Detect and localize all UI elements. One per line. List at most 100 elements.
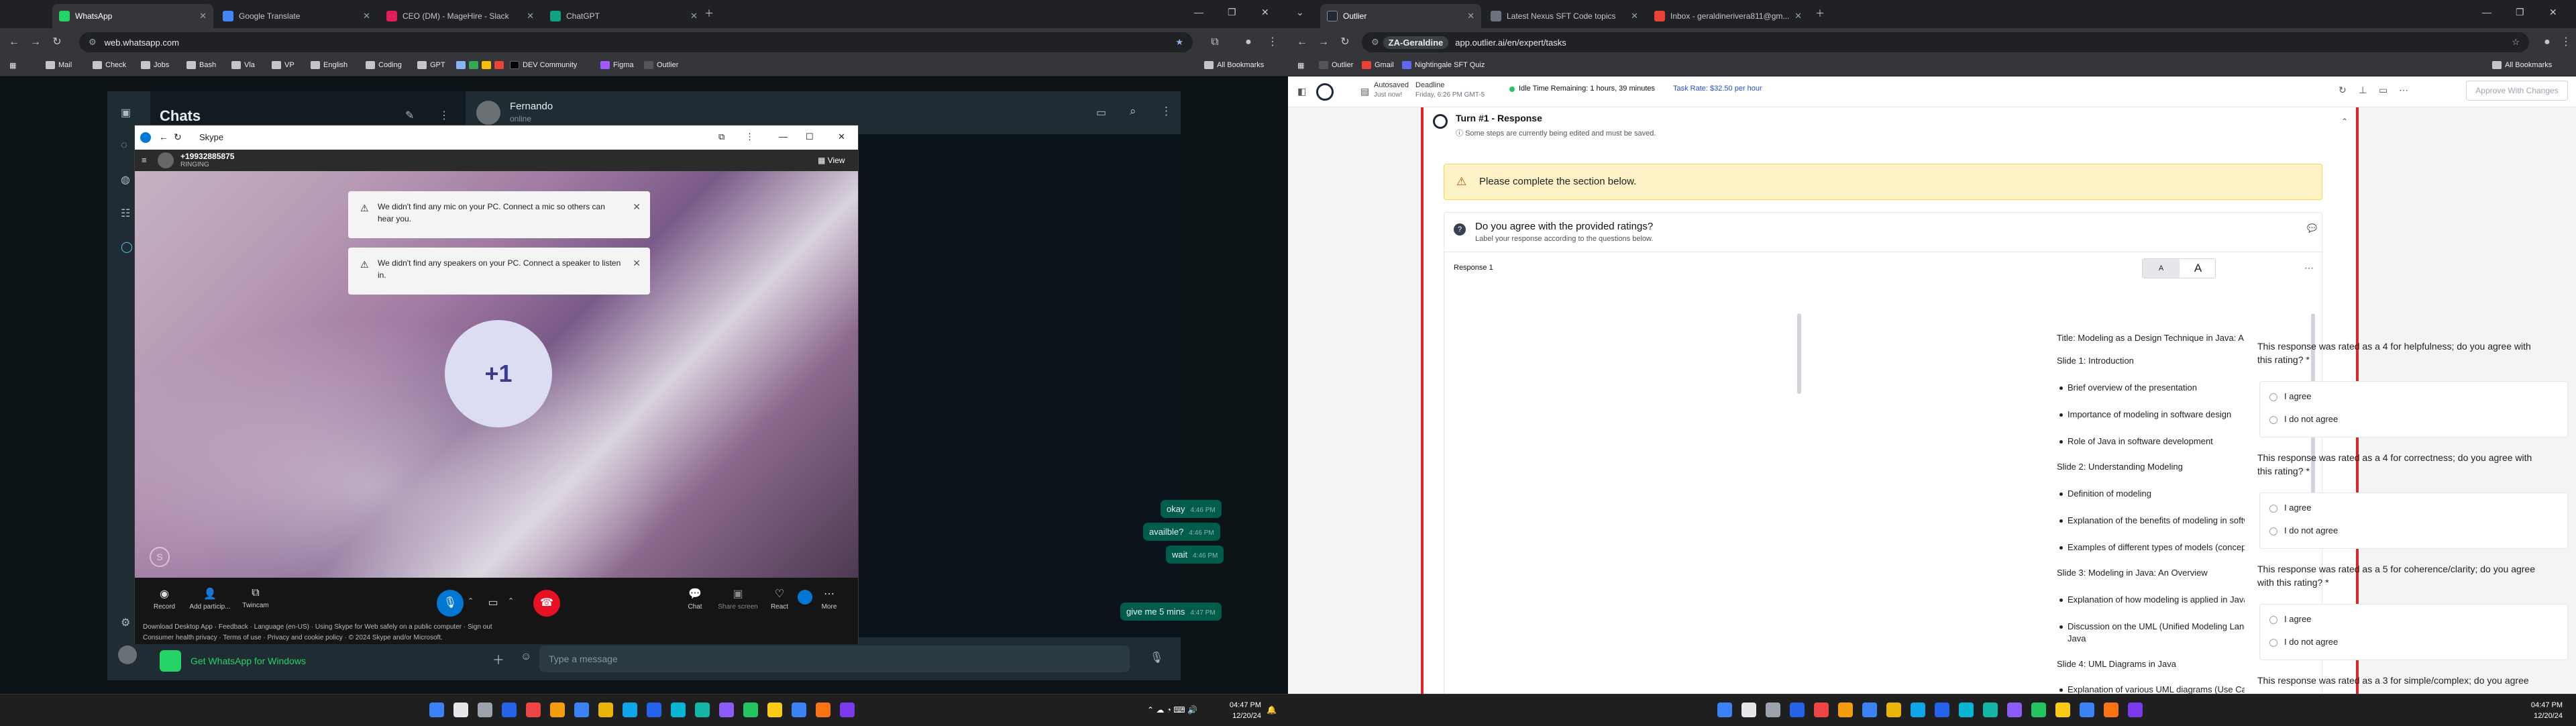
back-icon[interactable]: ← [159, 132, 168, 142]
mail-icon[interactable] [1911, 703, 1925, 717]
vs-icon[interactable] [840, 703, 855, 717]
vscode-icon[interactable] [1935, 703, 1949, 717]
bookmark-english[interactable]: English [311, 61, 347, 69]
all-bookmarks[interactable]: All Bookmarks [2492, 61, 2552, 69]
message-bubble[interactable]: give me 5 mins 4:47 PM [1120, 603, 1222, 621]
app-icon[interactable] [719, 703, 734, 717]
start-icon[interactable] [429, 703, 444, 717]
new-tab-button[interactable]: ＋ [1815, 7, 1825, 20]
option-disagree[interactable]: I do not agree [2269, 637, 2338, 647]
camera-off-button[interactable]: ▭ [480, 590, 506, 617]
site-info-icon[interactable]: ⚙ [89, 37, 97, 48]
radio-button[interactable] [2269, 638, 2277, 647]
message-bubble[interactable]: wait 4:46 PM [1166, 546, 1224, 564]
bookmark-bash[interactable]: Bash [186, 61, 216, 69]
get-whatsapp-banner[interactable]: Get WhatsApp for Windows [150, 641, 466, 680]
chats-icon[interactable]: ▣ [121, 106, 131, 119]
apps-icon[interactable]: ▦ [1297, 61, 1304, 70]
tab-search-icon[interactable]: ⌄ [1296, 7, 1304, 18]
option-agree[interactable]: I agree [2269, 391, 2311, 401]
close-icon[interactable]: ✕ [1467, 11, 1474, 21]
app-icon[interactable] [2104, 703, 2118, 717]
avatar[interactable] [118, 645, 137, 664]
communities-icon[interactable]: ☷ [121, 207, 130, 220]
radio-button[interactable] [2269, 393, 2277, 401]
more-icon[interactable]: ⋯ [2399, 85, 2408, 96]
all-bookmarks[interactable]: All Bookmarks [1204, 61, 1264, 69]
footer-link[interactable]: Sign out [468, 623, 492, 631]
close-window-button[interactable]: ✕ [838, 132, 845, 142]
tab-chatgpt[interactable]: ChatGPT ✕ [543, 4, 704, 28]
address-bar[interactable]: ⚙ web.whatsapp.com ★ [79, 32, 1193, 52]
maximize-button[interactable]: ❐ [1228, 7, 1236, 18]
close-icon[interactable]: ✕ [199, 11, 207, 21]
font-large-button[interactable]: A [2180, 259, 2216, 278]
close-icon[interactable]: ✕ [1794, 11, 1802, 21]
mic-options-icon[interactable]: ⌃ [468, 597, 474, 605]
vscode-icon[interactable] [647, 703, 661, 717]
app-icon[interactable] [767, 703, 782, 717]
profile-avatar[interactable]: ● [2540, 35, 2555, 50]
save-icon[interactable]: ▤ [1360, 86, 1369, 97]
microphone-icon[interactable]: 🎙 [1150, 651, 1163, 664]
footer-link[interactable]: Privacy and cookie policy [267, 634, 342, 641]
emoji-icon[interactable]: ☺ [521, 651, 531, 663]
maximize-button[interactable]: ❐ [2516, 7, 2524, 18]
back-icon[interactable]: ← [7, 35, 21, 50]
chrome-icon[interactable] [1838, 703, 1853, 717]
reload-icon[interactable]: ↻ [50, 35, 64, 50]
start-icon[interactable] [1717, 703, 1732, 717]
pin-icon[interactable]: ⊥ [2359, 85, 2367, 96]
tab-slack[interactable]: CEO (DM) - MageHire - Slack ✕ [380, 4, 541, 28]
menu-icon[interactable]: ⋮ [1161, 105, 1172, 118]
bookmark-outlier[interactable]: Outlier [1319, 61, 1353, 69]
site-info-icon[interactable]: ⚙ [1371, 37, 1379, 48]
add-participants-button[interactable]: 👤 Add particip... [184, 587, 235, 611]
footer-link[interactable]: Terms of use [223, 634, 261, 641]
footer-link[interactable]: Using Skype for Web safely on a public c… [315, 623, 462, 631]
attach-icon[interactable]: ＋ [492, 651, 504, 668]
minimize-button[interactable]: — [2482, 7, 2491, 17]
new-tab-button[interactable]: ＋ [704, 7, 714, 20]
more-button[interactable]: ⋯ More [812, 587, 846, 611]
chrome-icon[interactable] [1814, 703, 1829, 717]
back-icon[interactable]: ← [1295, 35, 1309, 50]
bookmark-star-icon[interactable]: ☆ [2512, 37, 2520, 48]
app-icon[interactable] [1983, 703, 1998, 717]
bookmark-outlier[interactable]: Outlier [644, 61, 678, 69]
mail-icon[interactable] [623, 703, 637, 717]
edge-icon[interactable] [574, 703, 589, 717]
extensions-icon[interactable]: ⧉ [1208, 35, 1222, 50]
comment-icon[interactable]: 💬 [2307, 223, 2317, 233]
avatar[interactable] [798, 590, 812, 605]
chat-button[interactable]: 💬 Chat [678, 587, 712, 611]
clock[interactable]: 04:47 PM 12/20/24 [2522, 694, 2563, 726]
option-disagree[interactable]: I do not agree [2269, 414, 2338, 424]
status-icon[interactable]: ◌ [121, 140, 127, 152]
radio-button[interactable] [2269, 415, 2277, 424]
apps-icon[interactable]: ▦ [9, 61, 16, 70]
app-icon[interactable] [743, 703, 758, 717]
file-explorer-icon[interactable] [598, 703, 613, 717]
forward-icon[interactable]: → [28, 35, 43, 50]
chrome-icon[interactable] [526, 703, 541, 717]
bookmark-dev-community[interactable]: DEV Community [510, 61, 577, 69]
footer-link[interactable]: Download Desktop App [143, 623, 213, 631]
message-bubble[interactable]: okay 4:46 PM [1161, 500, 1222, 518]
tray-icons[interactable]: ⌃ ☁ ◔ ⌨ 🔊 [1147, 705, 1197, 715]
close-icon[interactable]: ✕ [1631, 11, 1638, 21]
menu-icon[interactable]: ⋮ [745, 132, 754, 142]
task-view-icon[interactable] [1766, 703, 1780, 717]
footer-link[interactable]: Feedback [219, 623, 248, 631]
chrome-icon[interactable] [550, 703, 565, 717]
hamburger-icon[interactable]: ≡ [142, 155, 147, 165]
minimize-button[interactable]: — [779, 132, 788, 142]
close-icon[interactable]: ✕ [633, 201, 641, 213]
search-icon[interactable]: ⌕ [1130, 105, 1136, 118]
notification-icon[interactable]: 🔔 [1267, 705, 1277, 715]
option-agree[interactable]: I agree [2269, 614, 2311, 624]
vscode-icon[interactable] [792, 703, 806, 717]
app-icon[interactable] [695, 703, 710, 717]
vscode-icon[interactable] [2080, 703, 2094, 717]
skype-taskbar-icon[interactable] [671, 703, 686, 717]
